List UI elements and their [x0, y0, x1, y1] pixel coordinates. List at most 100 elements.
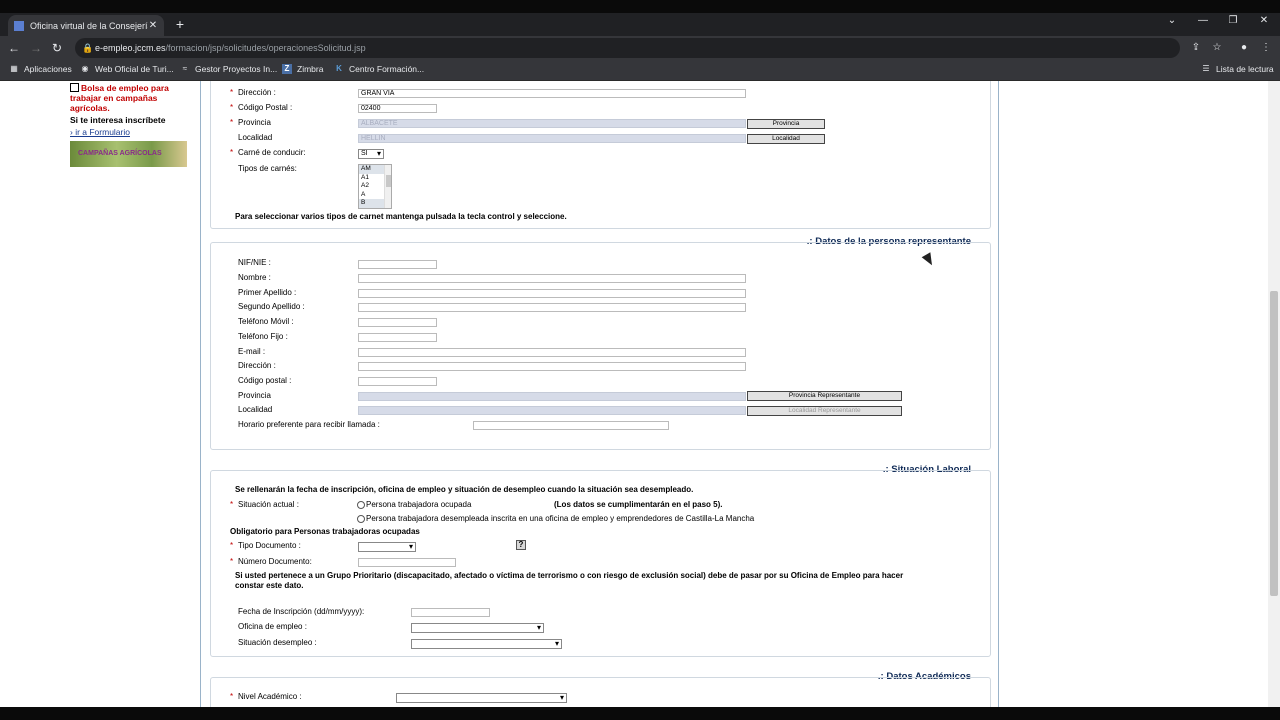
- tab-strip: Oficina virtual de la Consejería de ✕ + …: [0, 13, 1280, 36]
- promo-note: Si te interesa inscríbete: [70, 115, 166, 125]
- rep-movil-input[interactable]: [358, 318, 437, 327]
- page-scrollbar[interactable]: [1268, 81, 1280, 707]
- desempleo-select[interactable]: [411, 639, 562, 649]
- rep-nif-input[interactable]: [358, 260, 437, 269]
- form-main: * Dirección : GRAN VIA * Código Postal : 0…: [200, 81, 999, 707]
- os-top-bar: [0, 0, 1280, 13]
- laboral-section: Se rellenarán la fecha de inscripción, o…: [210, 470, 991, 657]
- promo-link[interactable]: Bolsa de empleo para trabajar en campaña…: [70, 83, 190, 113]
- share-icon[interactable]: ⇪: [1188, 40, 1204, 56]
- tab-close-icon[interactable]: ✕: [148, 20, 158, 31]
- bookmark-gestor[interactable]: ≈ Gestor Proyectos In...: [180, 64, 277, 74]
- situacion-label: * Situación actual :: [230, 500, 299, 509]
- field-localidad-label: Localidad: [238, 133, 273, 142]
- profile-icon[interactable]: ●: [1236, 40, 1252, 56]
- reading-list-button[interactable]: ☰ Lista de lectura: [1201, 64, 1273, 74]
- new-tab-button[interactable]: +: [172, 16, 188, 32]
- tipos-carnes-listbox[interactable]: AM A1 A2 A B: [358, 164, 392, 209]
- url-host: e-empleo.jccm.es: [95, 43, 166, 53]
- page-viewport: Bolsa de empleo para trabajar en campaña…: [0, 81, 1268, 707]
- minimize-button[interactable]: —: [1193, 15, 1213, 26]
- tipo-doc-select[interactable]: [358, 542, 416, 552]
- rep-email-label: E-mail :: [238, 347, 266, 356]
- lock-icon: 🔒: [82, 43, 94, 53]
- star-icon[interactable]: ☆: [1209, 40, 1225, 56]
- rep-localidad-label: Localidad: [238, 405, 273, 414]
- fecha-inscripcion-label: Fecha de Inscripción (dd/mm/yyyy):: [238, 607, 365, 616]
- reload-button[interactable]: ↻: [49, 40, 65, 56]
- menu-icon[interactable]: ⋮: [1258, 40, 1274, 56]
- field-direccion-label: * Dirección :: [230, 88, 276, 97]
- field-carne-label: * Carné de conducir:: [230, 148, 306, 157]
- oficina-select[interactable]: [411, 623, 544, 633]
- desempleo-label: Situación desempleo :: [238, 638, 317, 647]
- listbox-scrollbar[interactable]: [384, 165, 391, 208]
- localidad-input: HELLIN: [358, 134, 746, 143]
- scrollbar-thumb[interactable]: [1270, 291, 1278, 596]
- os-bottom-bar: [0, 707, 1280, 720]
- rep-localidad-button[interactable]: Localidad Representante: [747, 406, 902, 416]
- forward-button[interactable]: →: [28, 40, 44, 56]
- representante-section: NIF/NIE : Nombre : Primer Apellido : Seg…: [210, 242, 991, 450]
- rep-apellido1-label: Primer Apellido :: [238, 288, 297, 297]
- bookmark-zimbra[interactable]: Z Zimbra: [282, 64, 323, 74]
- back-button[interactable]: ←: [6, 40, 22, 56]
- opt-desempleada[interactable]: Persona trabajadora desempleada inscrita…: [357, 514, 754, 523]
- nivel-academico-select[interactable]: [396, 693, 567, 703]
- promo-sidebar: Bolsa de empleo para trabajar en campaña…: [70, 83, 190, 167]
- url-path: /formacion/jsp/solicitudes/operacionesSo…: [165, 43, 366, 53]
- rep-cp-label: Código postal :: [238, 376, 292, 385]
- rep-localidad-input: [358, 406, 746, 415]
- provincia-input: ALBACETE: [358, 119, 746, 128]
- help-icon[interactable]: ?: [516, 540, 526, 550]
- close-window-button[interactable]: ✕: [1254, 15, 1274, 26]
- site-favicon-icon: [14, 20, 24, 31]
- nivel-academico-label: * Nivel Académico :: [230, 692, 302, 701]
- bookmark-aplicaciones[interactable]: ▦ Aplicaciones: [9, 64, 72, 74]
- rep-apellido1-input[interactable]: [358, 289, 746, 298]
- restore-button[interactable]: ❐: [1223, 15, 1243, 26]
- num-doc-input[interactable]: [358, 558, 456, 567]
- rep-provincia-button[interactable]: Provincia Representante: [747, 391, 902, 401]
- rep-nombre-label: Nombre :: [238, 273, 271, 282]
- rep-nif-label: NIF/NIE :: [238, 258, 271, 267]
- opt-ocupada-note: (Los datos se cumplimentarán en el paso …: [554, 500, 723, 509]
- num-doc-label: * Número Documento:: [230, 557, 312, 566]
- radio-desempleada[interactable]: [357, 514, 365, 523]
- laboral-intro: Se rellenarán la fecha de inscripción, o…: [235, 485, 694, 494]
- fecha-inscripcion-input[interactable]: [411, 608, 490, 617]
- opt-ocupada[interactable]: Persona trabajadora ocupada: [357, 500, 471, 509]
- rep-movil-label: Teléfono Móvil :: [238, 317, 294, 326]
- bookmark-web-turismo[interactable]: ◉ Web Oficial de Turi...: [80, 64, 174, 74]
- address-bar[interactable]: 🔒 e-empleo.jccm.es/formacion/jsp/solicit…: [75, 38, 1180, 58]
- rep-provincia-label: Provincia: [238, 391, 271, 400]
- browser-tab[interactable]: Oficina virtual de la Consejería de ✕: [8, 15, 164, 36]
- radio-ocupada[interactable]: [357, 500, 365, 509]
- promo-form-link[interactable]: › ir a Formulario: [70, 127, 190, 137]
- rep-email-input[interactable]: [358, 348, 746, 357]
- k-icon: K: [336, 64, 342, 73]
- promo-checkbox: [70, 83, 79, 92]
- direccion-input[interactable]: GRAN VIA: [358, 89, 746, 98]
- bookmark-centro-formacion[interactable]: K Centro Formación...: [334, 64, 424, 74]
- rep-apellido2-input[interactable]: [358, 303, 746, 312]
- provincia-button[interactable]: Provincia: [747, 119, 825, 129]
- codigo-postal-input[interactable]: 02400: [358, 104, 437, 113]
- rep-cp-input[interactable]: [358, 377, 437, 386]
- rep-nombre-input[interactable]: [358, 274, 746, 283]
- rep-fijo-input[interactable]: [358, 333, 437, 342]
- oficina-label: Oficina de empleo :: [238, 622, 307, 631]
- rep-fijo-label: Teléfono Fijo :: [238, 332, 288, 341]
- rep-apellido2-label: Segundo Apellido :: [238, 302, 305, 311]
- rep-direccion-label: Dirección :: [238, 361, 276, 370]
- carne-select[interactable]: SI: [358, 149, 384, 159]
- rep-horario-label: Horario preferente para recibir llamada …: [238, 420, 380, 429]
- localidad-button[interactable]: Localidad: [747, 134, 825, 144]
- rep-direccion-input[interactable]: [358, 362, 746, 371]
- promo-banner[interactable]: CAMPAÑAS AGRÍCOLAS: [70, 141, 187, 167]
- field-provincia-label: * Provincia: [230, 118, 271, 127]
- gestor-icon: ≈: [182, 64, 188, 73]
- field-cp-label: * Código Postal :: [230, 103, 293, 112]
- rep-horario-input[interactable]: [473, 421, 669, 430]
- tab-search-icon[interactable]: ⌄: [1162, 15, 1182, 26]
